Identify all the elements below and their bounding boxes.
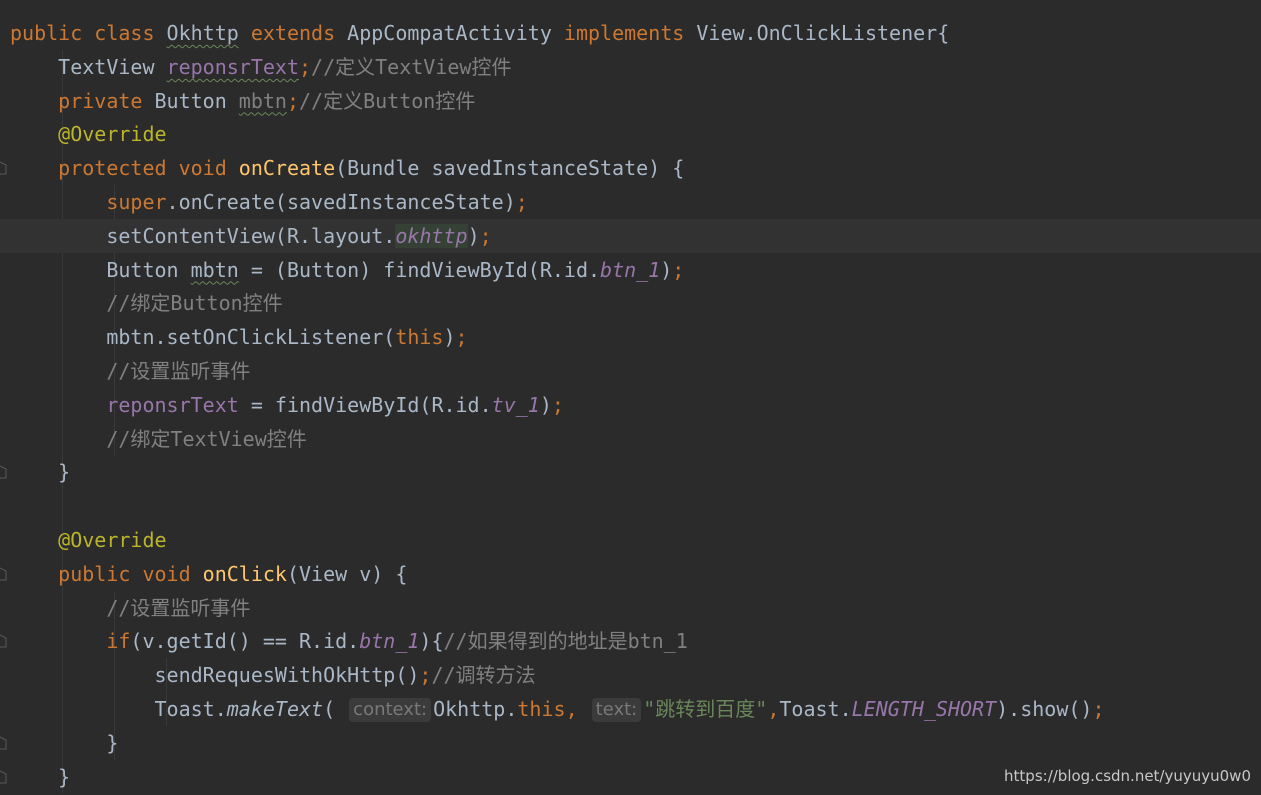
code-line[interactable]: @Override <box>0 117 1261 151</box>
code-token: btn_1 <box>600 257 661 282</box>
code-line[interactable]: public void onClick(View v) { <box>0 557 1261 591</box>
code-token: ; <box>479 223 492 248</box>
code-token: ){ <box>419 629 444 654</box>
code-line[interactable]: mbtn.setOnClickListener(this); <box>0 320 1261 354</box>
code-token: makeText <box>226 697 324 721</box>
code-token: okhttp <box>395 223 468 248</box>
code-token: public class <box>10 21 167 45</box>
code-token: protected void <box>10 156 239 181</box>
code-token: public void <box>10 561 203 586</box>
code-token: ; <box>455 325 468 350</box>
code-token: ; <box>299 54 312 79</box>
code-token: ( <box>323 697 348 721</box>
code-token: .onCreate(savedInstanceState) <box>166 190 516 214</box>
code-line[interactable]: } <box>0 455 1261 489</box>
code-token: } <box>10 730 119 755</box>
code-token: = (Button) findViewById(R.id. <box>238 257 601 282</box>
code-line[interactable]: protected void onCreate(Bundle savedInst… <box>0 151 1261 185</box>
code-token: mbtn.setOnClickListener( <box>10 325 396 350</box>
code-token: @Override <box>10 122 167 147</box>
code-token: implements <box>563 21 697 45</box>
code-token: = findViewById(R.id. <box>238 392 492 417</box>
code-line[interactable]: if(v.getId() == R.id.btn_1){//如果得到的地址是bt… <box>0 624 1261 658</box>
code-line[interactable]: public class Okhttp extends AppCompatAct… <box>0 16 1261 50</box>
code-token: TextView <box>10 54 167 79</box>
code-line[interactable]: setContentView(R.layout.okhttp); <box>0 218 1261 253</box>
code-token: Button <box>154 88 239 113</box>
code-token: tv_1 <box>491 392 540 417</box>
code-token: View.OnClickListener{ <box>696 21 950 45</box>
code-token: (Bundle savedInstanceState) { <box>335 156 685 181</box>
code-line[interactable]: sendRequesWithOkHttp();//调转方法 <box>0 658 1261 692</box>
code-editor[interactable]: public class Okhttp extends AppCompatAct… <box>0 0 1261 795</box>
code-line[interactable]: TextView reponsrText;//定义TextView控件 <box>0 50 1261 84</box>
code-token: ) <box>443 325 456 350</box>
code-token: Okhttp <box>166 21 239 45</box>
code-line[interactable]: //绑定TextView控件 <box>0 422 1261 456</box>
code-token: AppCompatActivity <box>347 21 564 45</box>
code-token: //设置监听事件 <box>10 595 251 620</box>
code-token: btn_1 <box>359 629 420 654</box>
code-token: onClick <box>202 561 287 586</box>
code-token: //设置监听事件 <box>10 359 251 383</box>
code-token: mbtn <box>238 88 287 113</box>
code-token: if <box>10 629 131 654</box>
code-token: ; <box>1092 697 1105 721</box>
code-line[interactable]: private Button mbtn;//定义Button控件 <box>0 84 1261 118</box>
code-token: //定义TextView控件 <box>311 54 512 79</box>
code-token: this <box>517 697 566 721</box>
code-token: //调转方法 <box>431 663 536 688</box>
code-line[interactable]: //绑定Button控件 <box>0 286 1261 320</box>
code-token: private <box>10 88 155 113</box>
code-token: //绑定TextView控件 <box>10 426 307 451</box>
code-line[interactable]: //设置监听事件 <box>0 354 1261 388</box>
watermark: https://blog.csdn.net/yuyuyu0w0 <box>1004 767 1251 785</box>
code-token: , <box>565 697 590 721</box>
code-token: reponsrText <box>166 54 299 79</box>
code-token: ; <box>419 663 432 688</box>
code-token: LENGTH_SHORT <box>851 697 997 721</box>
code-token: setContentView(R.layout. <box>10 223 396 248</box>
code-token: ).show() <box>996 697 1093 721</box>
code-line[interactable]: Button mbtn = (Button) findViewById(R.id… <box>0 253 1261 287</box>
code-token: ; <box>551 392 564 417</box>
code-token: onCreate <box>238 156 336 181</box>
code-line[interactable] <box>0 489 1261 523</box>
code-line[interactable]: //设置监听事件 <box>0 591 1261 625</box>
code-token: Button <box>10 257 191 282</box>
code-token: mbtn <box>190 257 239 282</box>
code-line[interactable]: } <box>0 726 1261 760</box>
code-token: this <box>395 325 444 350</box>
code-token: , <box>767 697 780 721</box>
code-token: ; <box>515 190 528 214</box>
code-token: } <box>10 460 71 485</box>
code-token: ; <box>286 88 300 113</box>
code-line[interactable]: super.onCreate(savedInstanceState); <box>0 185 1261 219</box>
code-token: sendRequesWithOkHttp() <box>10 663 420 688</box>
code-token: (v.getId() == R.id. <box>130 629 360 654</box>
code-token: extends <box>238 21 348 45</box>
code-token: //定义Button控件 <box>299 88 476 113</box>
code-token: (View v) { <box>286 561 408 586</box>
parameter-hint: text: <box>591 698 642 722</box>
code-line[interactable]: reponsrText = findViewById(R.id.tv_1); <box>0 388 1261 422</box>
code-line[interactable]: @Override <box>0 523 1261 557</box>
code-token: ) <box>539 392 552 417</box>
code-token: Toast. <box>779 697 852 721</box>
parameter-hint: context: <box>349 698 432 722</box>
code-line[interactable]: Toast.makeText( context: Okhttp.this, tex… <box>0 692 1261 726</box>
code-token: reponsrText <box>106 392 239 417</box>
code-token: "跳转到百度" <box>643 697 768 721</box>
code-token: } <box>10 764 71 789</box>
code-token: ) <box>467 223 480 248</box>
code-token: super <box>10 190 167 214</box>
code-token: Toast. <box>10 697 227 721</box>
code-token: //如果得到的地址是btn_1 <box>443 629 688 654</box>
code-token: //绑定Button控件 <box>10 291 283 316</box>
code-token: ; <box>672 257 685 282</box>
code-token: ) <box>660 257 673 282</box>
code-token: Okhttp. <box>433 697 518 721</box>
code-token: @Override <box>10 528 167 552</box>
